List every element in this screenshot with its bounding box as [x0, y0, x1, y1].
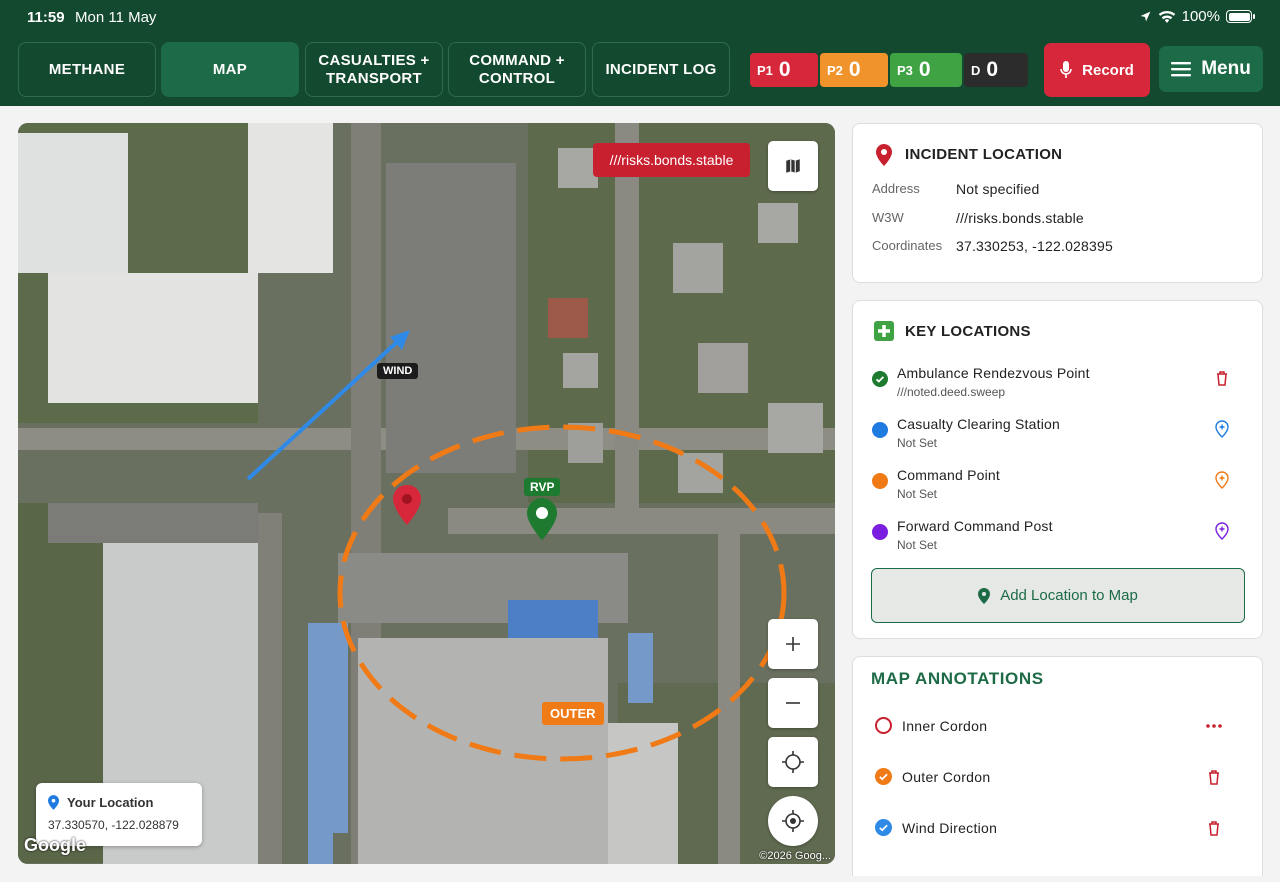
dead-count[interactable]: D 0: [964, 53, 1028, 87]
rvp-label: RVP: [524, 478, 561, 496]
trash-icon[interactable]: [1213, 369, 1231, 387]
minus-icon: [786, 702, 800, 704]
record-label: Record: [1082, 61, 1134, 79]
key-location-sub: Not Set: [897, 436, 938, 450]
p2-count[interactable]: P2 0: [820, 53, 888, 87]
battery-icon: [1226, 10, 1255, 23]
your-location-title: Your Location: [67, 795, 154, 810]
app-header: 11:59 Mon 11 May 100% METHANE MAP CASUAL…: [0, 0, 1280, 106]
status-indicators: 100%: [1139, 8, 1255, 25]
key-location-name: Forward Command Post: [897, 518, 1053, 534]
key-location-ccs[interactable]: Casualty Clearing Station Not Set: [871, 416, 1243, 456]
status-bar: 11:59 Mon 11 May 100%: [0, 0, 1280, 34]
annotation-inner-cordon[interactable]: Inner Cordon: [875, 714, 1245, 738]
record-button[interactable]: Record: [1044, 43, 1150, 97]
tab-methane[interactable]: METHANE: [18, 42, 156, 97]
key-location-fcp[interactable]: Forward Command Post Not Set: [871, 518, 1243, 558]
hamburger-icon: [1171, 62, 1192, 77]
w3w-label: W3W: [872, 210, 904, 225]
add-location-label: Add Location to Map: [1000, 587, 1138, 604]
check-circle-icon: [872, 371, 888, 387]
map-type-button[interactable]: [768, 141, 818, 191]
add-pin-icon[interactable]: [1213, 420, 1231, 438]
status-date: Mon 11 May: [75, 9, 157, 26]
status-dot: [872, 524, 888, 540]
map-annotations-title: MAP ANNOTATIONS: [871, 669, 1044, 688]
add-pin-icon[interactable]: [1213, 522, 1231, 540]
trash-icon[interactable]: [1205, 819, 1223, 837]
wifi-icon: [1158, 10, 1175, 23]
coordinates-value: 37.330253, -122.028395: [956, 238, 1113, 254]
outer-cordon-label: OUTER: [542, 702, 604, 725]
key-location-name: Command Point: [897, 467, 1000, 483]
map-imagery: [18, 123, 835, 864]
my-location-button[interactable]: [768, 796, 818, 846]
address-label: Address: [872, 181, 920, 196]
status-time: 11:59: [27, 9, 65, 26]
dots-icon[interactable]: [1205, 717, 1223, 735]
address-value: Not specified: [956, 181, 1040, 197]
key-location-name: Ambulance Rendezvous Point: [897, 365, 1090, 381]
key-location-sub: ///noted.deed.sweep: [897, 385, 1006, 399]
menu-label: Menu: [1201, 58, 1251, 79]
your-location-coords: 37.330570, -122.028879: [48, 818, 179, 832]
annotation-name: Wind Direction: [902, 820, 998, 836]
map-copyright: ©2026 Goog...: [759, 850, 831, 862]
rvp-pin-icon[interactable]: [527, 498, 557, 540]
location-pin-icon: [48, 795, 59, 810]
satellite-map[interactable]: ///risks.bonds.stable WIND RVP OUTER You…: [18, 123, 835, 864]
battery-percent: 100%: [1181, 8, 1220, 25]
add-location-button[interactable]: Add Location to Map: [871, 568, 1245, 623]
trash-icon[interactable]: [1205, 768, 1223, 786]
tab-incident-log[interactable]: INCIDENT LOG: [592, 42, 730, 97]
key-locations-title: KEY LOCATIONS: [905, 323, 1031, 340]
key-location-command-point[interactable]: Command Point Not Set: [871, 467, 1243, 507]
status-dot: [872, 422, 888, 438]
menu-button[interactable]: Menu: [1159, 46, 1263, 92]
w3w-badge[interactable]: ///risks.bonds.stable: [593, 143, 750, 177]
annotation-name: Outer Cordon: [902, 769, 991, 785]
recenter-button[interactable]: [768, 737, 818, 787]
crosshair-icon: [782, 751, 804, 773]
check-circle-icon: [875, 819, 892, 836]
tab-map[interactable]: MAP: [161, 42, 299, 97]
zoom-out-button[interactable]: [768, 678, 818, 728]
circle-outline-icon: [875, 717, 892, 734]
my-location-icon: [782, 810, 804, 832]
w3w-value: ///risks.bonds.stable: [956, 210, 1084, 226]
annotation-outer-cordon[interactable]: Outer Cordon: [875, 765, 1245, 789]
tab-command-control[interactable]: COMMAND + CONTROL: [448, 42, 586, 97]
incident-location-panel: INCIDENT LOCATION Address Not specified …: [852, 123, 1263, 283]
wind-label: WIND: [377, 363, 419, 379]
key-location-name: Casualty Clearing Station: [897, 416, 1060, 432]
incident-location-title: INCIDENT LOCATION: [905, 146, 1063, 163]
map-annotations-panel: MAP ANNOTATIONS Inner Cordon Outer Cordo…: [852, 656, 1263, 876]
location-pin-icon: [978, 587, 991, 604]
key-locations-panel: KEY LOCATIONS Ambulance Rendezvous Point…: [852, 300, 1263, 639]
p3-count[interactable]: P3 0: [890, 53, 962, 87]
status-dot: [872, 473, 888, 489]
p1-count[interactable]: P1 0: [750, 53, 818, 87]
annotation-wind-direction[interactable]: Wind Direction: [875, 816, 1245, 840]
medical-cross-icon: [874, 321, 894, 341]
coordinates-label: Coordinates: [872, 238, 943, 253]
map-icon: [786, 159, 800, 173]
annotation-name: Inner Cordon: [902, 718, 988, 734]
microphone-icon: [1060, 61, 1072, 78]
key-location-sub: Not Set: [897, 538, 938, 552]
check-circle-icon: [875, 768, 892, 785]
key-location-arp[interactable]: Ambulance Rendezvous Point ///noted.deed…: [871, 365, 1243, 405]
zoom-in-button[interactable]: [768, 619, 818, 669]
incident-pin-icon[interactable]: [393, 485, 421, 525]
map-pin-icon: [876, 144, 892, 166]
location-arrow-icon: [1140, 11, 1150, 22]
key-location-sub: Not Set: [897, 487, 938, 501]
tab-casualties-transport[interactable]: CASUALTIES + TRANSPORT: [305, 42, 443, 97]
plus-icon: [786, 637, 800, 651]
add-pin-icon[interactable]: [1213, 471, 1231, 489]
google-logo: Google: [24, 835, 86, 855]
